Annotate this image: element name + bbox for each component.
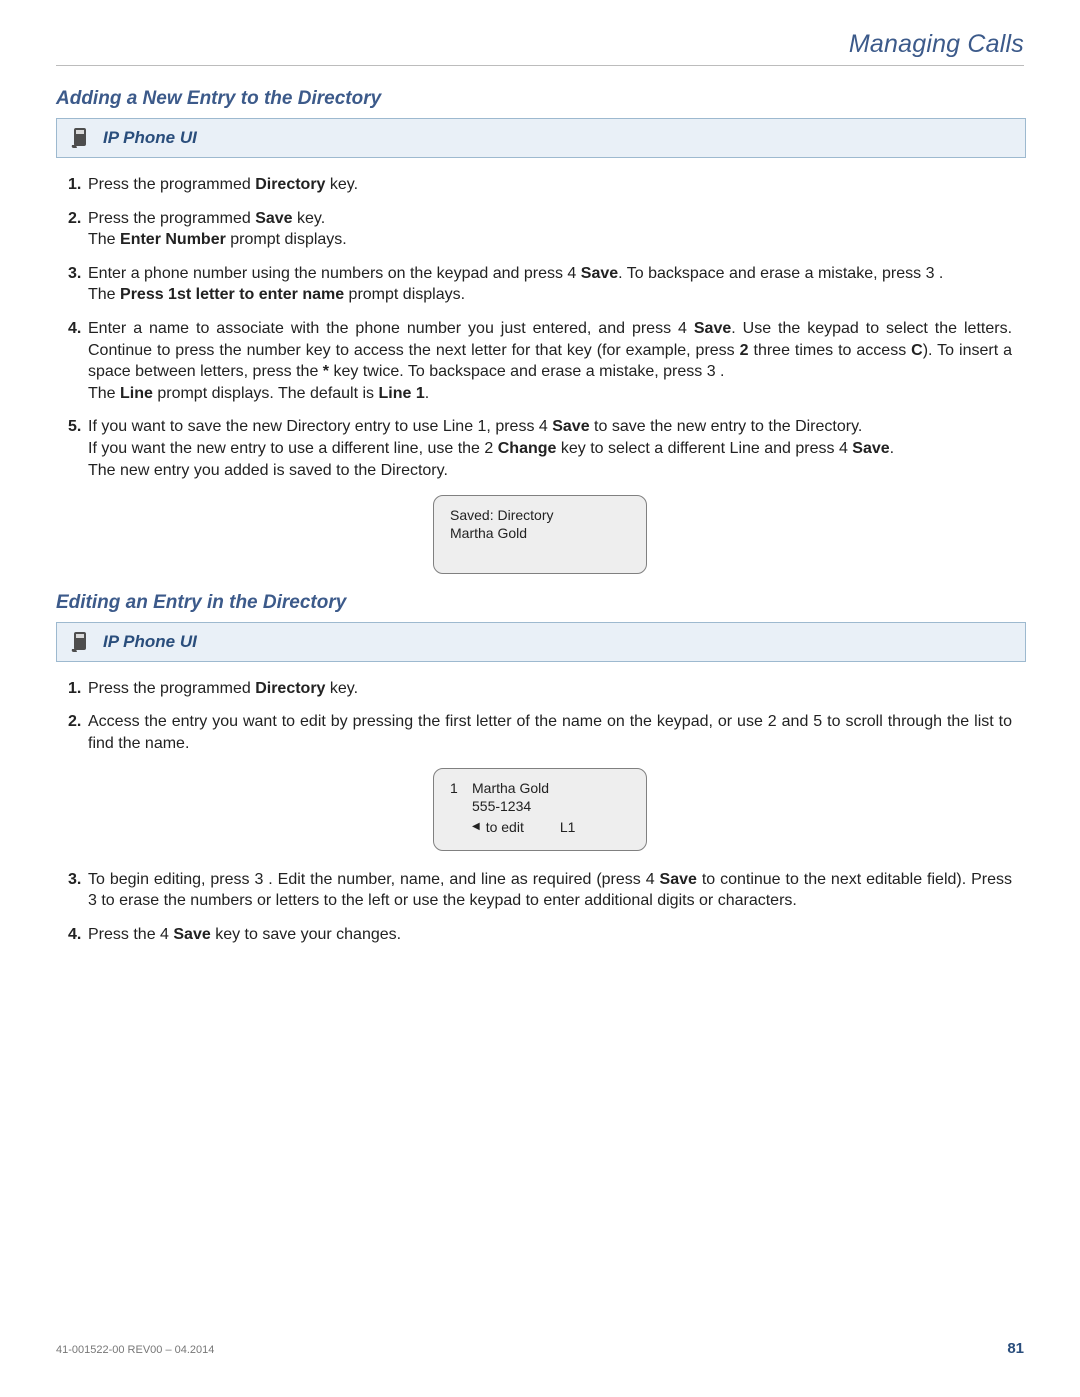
steps-edit-entry-cont: To begin editing, press 3 . Edit the num… — [56, 869, 1024, 946]
step-5: If you want to save the new Directory en… — [68, 416, 1012, 481]
step-1: Press the programmed Directory key. — [68, 678, 1012, 700]
page-footer: 41-001522-00 REV00 – 04.2014 81 — [56, 1340, 1024, 1357]
step-3: To begin editing, press 3 . Edit the num… — [68, 869, 1012, 912]
page: Managing Calls Adding a New Entry to the… — [0, 0, 1080, 1397]
banner-label: IP Phone UI — [103, 632, 197, 652]
lcd-saved-directory: Saved: Directory Martha Gold — [433, 495, 647, 573]
step-1: Press the programmed Directory key. — [68, 174, 1012, 196]
doc-revision: 41-001522-00 REV00 – 04.2014 — [56, 1344, 214, 1356]
lcd-name: Martha Gold — [472, 779, 549, 797]
ip-phone-ui-banner: IP Phone UI — [56, 622, 1026, 662]
triangle-left-icon: ◀ — [472, 820, 480, 833]
step-2: Press the programmed Save key. The Enter… — [68, 208, 1012, 251]
lcd-index: 1 — [450, 779, 464, 797]
lcd-edit-label: to edit — [486, 818, 524, 836]
steps-edit-entry: Press the programmed Directory key. Acce… — [56, 678, 1024, 755]
lcd-number: 555-1234 — [472, 797, 531, 815]
lcd-line-label: L1 — [560, 818, 576, 836]
page-number: 81 — [1007, 1340, 1024, 1357]
step-4: Press the 4 Save key to save your change… — [68, 924, 1012, 946]
step-4: Enter a name to associate with the phone… — [68, 318, 1012, 404]
ip-phone-ui-banner: IP Phone UI — [56, 118, 1026, 158]
section-title-edit-entry: Editing an Entry in the Directory — [56, 592, 1024, 614]
phone-icon — [57, 126, 103, 150]
lcd-edit-entry: 1 Martha Gold 555-1234 ◀ to edit L1 — [433, 768, 647, 851]
step-3: Enter a phone number using the numbers o… — [68, 263, 1012, 306]
lcd-line: Saved: Directory — [450, 506, 630, 524]
step-2: Access the entry you want to edit by pre… — [68, 711, 1012, 754]
steps-add-entry: Press the programmed Directory key. Pres… — [56, 174, 1024, 481]
lcd-line: Martha Gold — [450, 524, 630, 542]
banner-label: IP Phone UI — [103, 128, 197, 148]
header-rule — [56, 65, 1024, 66]
page-header-title: Managing Calls — [56, 30, 1024, 59]
phone-icon — [57, 630, 103, 654]
section-title-add-entry: Adding a New Entry to the Directory — [56, 88, 1024, 110]
